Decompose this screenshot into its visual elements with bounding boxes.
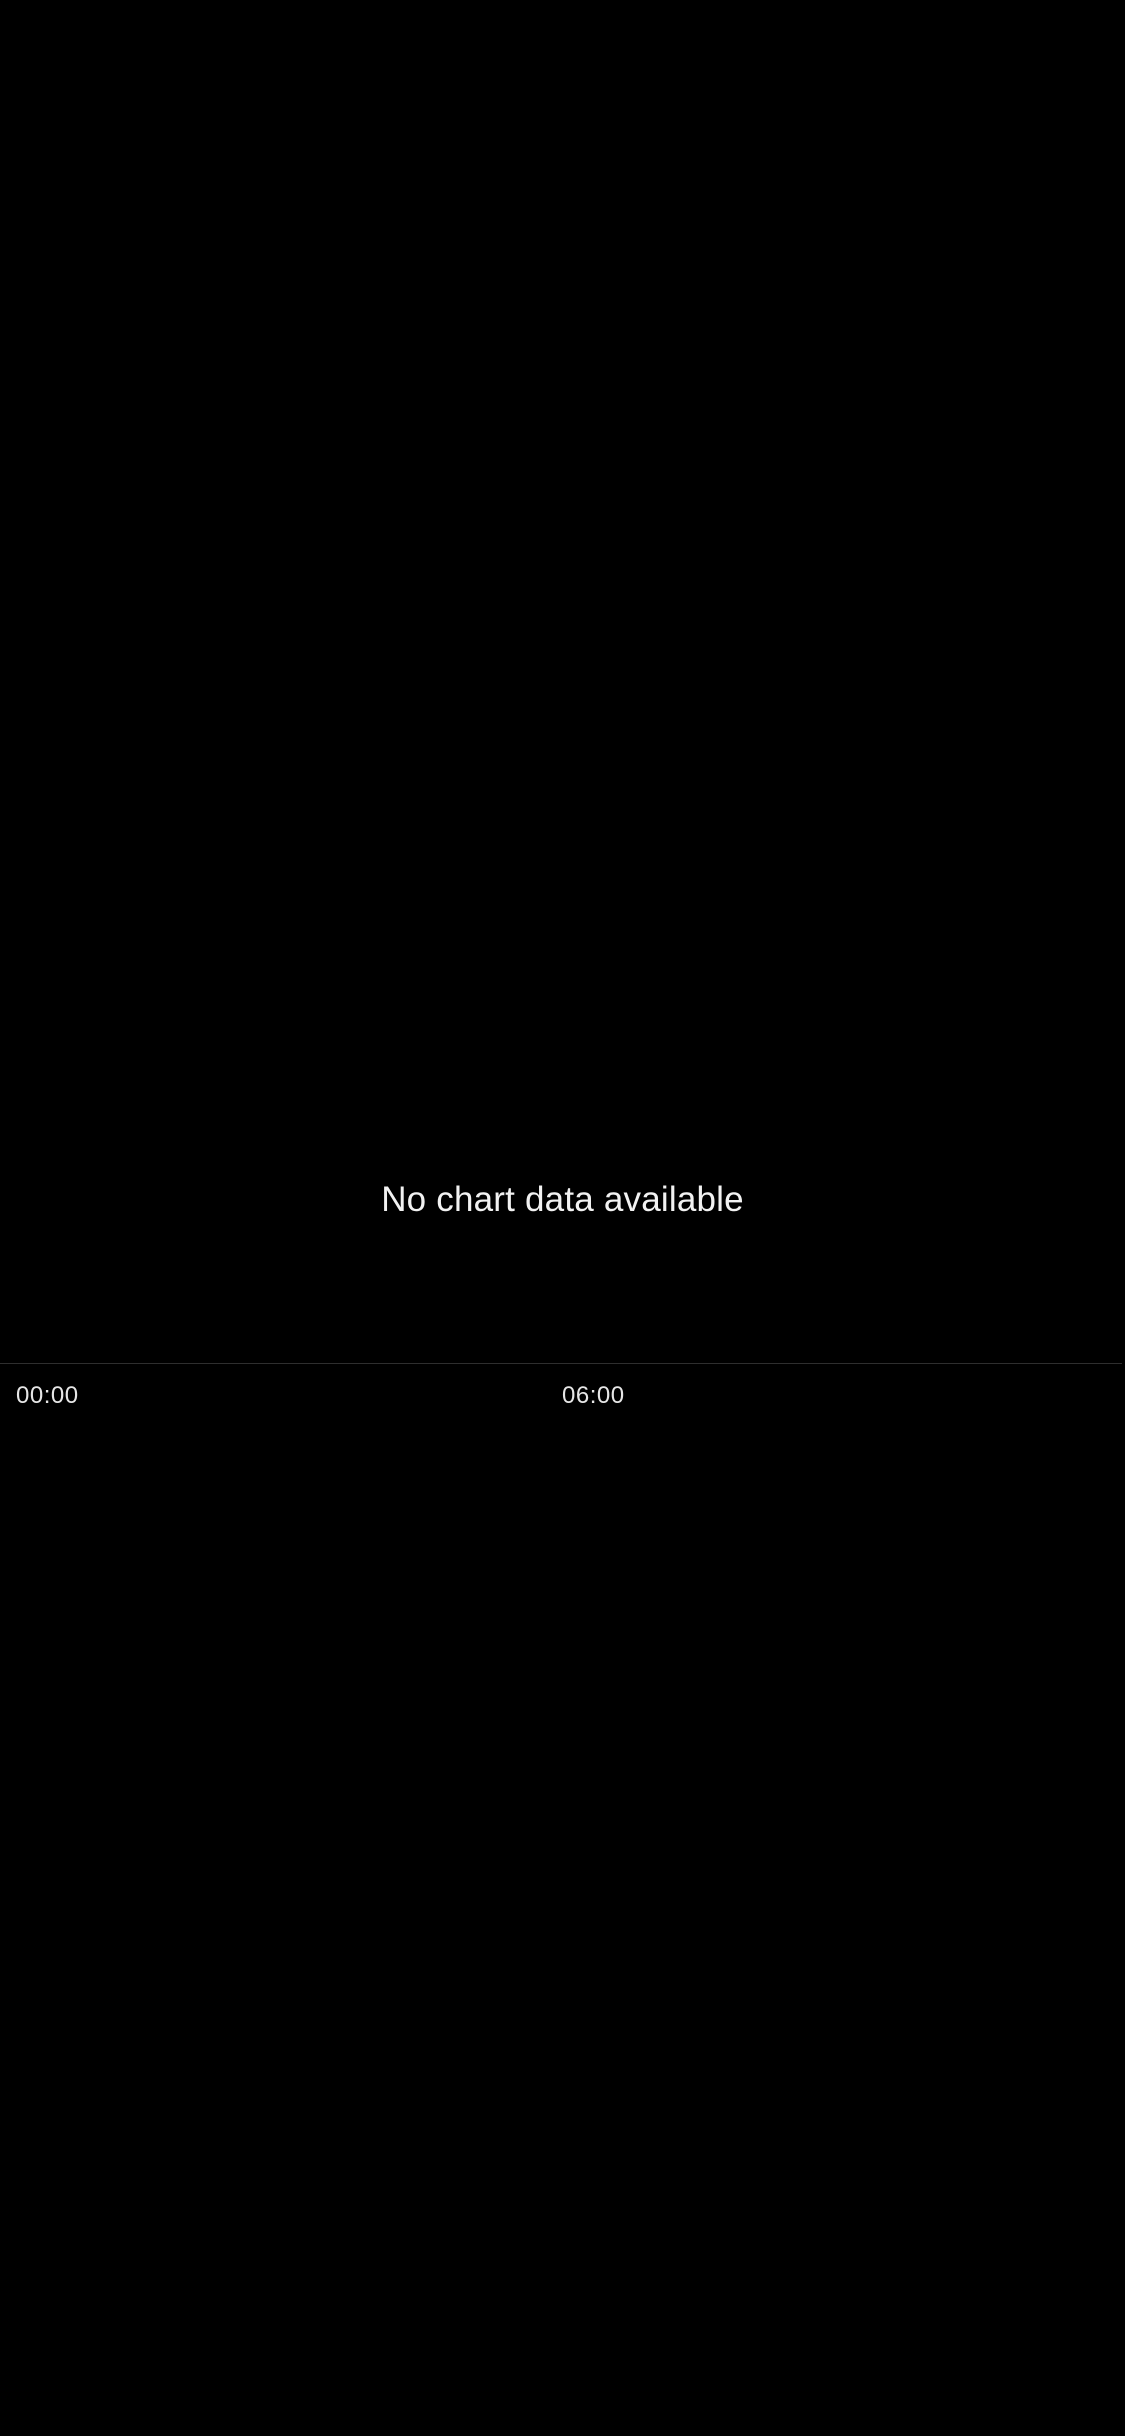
x-tick-label: 06:00 bbox=[562, 1382, 625, 1409]
empty-chart-message: No chart data available bbox=[381, 1180, 744, 1219]
x-tick-label: 00:00 bbox=[16, 1382, 79, 1409]
x-axis-line bbox=[0, 1363, 1122, 1364]
chart-area: No chart data available 00:00 06:00 bbox=[0, 0, 1125, 1409]
